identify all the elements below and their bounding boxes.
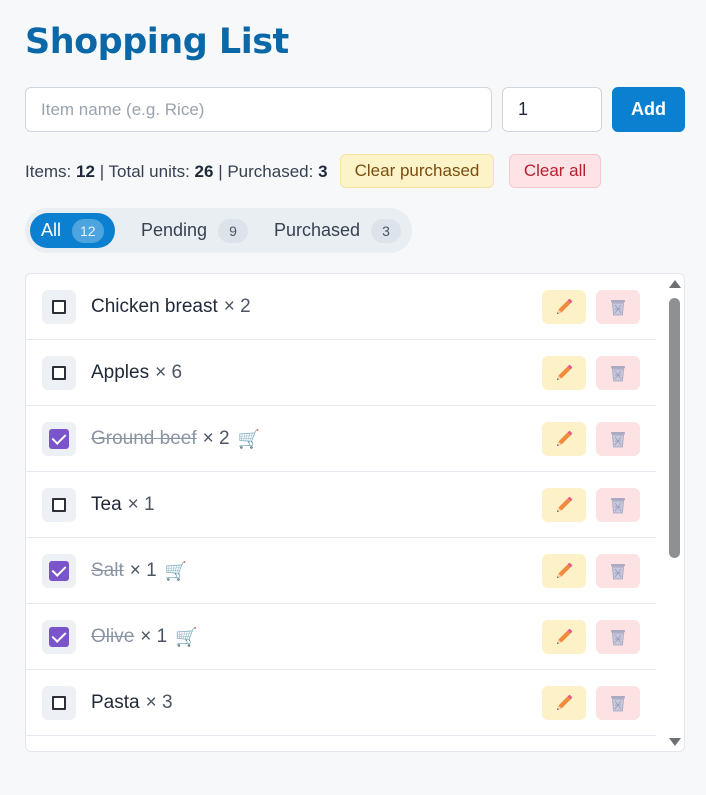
list-item: Ground beef × 2 🛒	[26, 406, 656, 472]
quantity-input[interactable]	[502, 87, 602, 132]
units-label: Total units:	[108, 162, 190, 181]
item-text: Chicken breast × 2	[91, 274, 251, 340]
edit-button[interactable]	[542, 686, 586, 720]
edit-button[interactable]	[542, 356, 586, 390]
tab-purchased[interactable]: Purchased 3	[263, 213, 412, 248]
page-title: Shopping List	[25, 22, 289, 62]
item-name: Apples	[91, 362, 150, 383]
tab-pending[interactable]: Pending 9	[130, 213, 259, 248]
edit-button[interactable]	[542, 488, 586, 522]
purchased-checkbox[interactable]	[42, 356, 76, 390]
item-quantity: × 2	[223, 296, 251, 317]
delete-button[interactable]	[596, 422, 640, 456]
list-item: Salt × 1 🛒	[26, 538, 656, 604]
list-item: Pasta × 3	[26, 670, 656, 736]
list-item-partial	[26, 736, 656, 751]
list-item: Tea × 1	[26, 472, 656, 538]
stats-separator: |	[99, 162, 105, 181]
item-quantity: × 1	[140, 626, 168, 647]
item-name: Salt	[91, 560, 124, 581]
item-quantity: × 6	[155, 362, 183, 383]
item-text: Ground beef × 2 🛒	[91, 406, 260, 472]
purchased-label: Purchased:	[227, 162, 314, 181]
clear-all-button[interactable]: Clear all	[509, 154, 601, 188]
delete-button[interactable]	[596, 554, 640, 588]
tab-count: 9	[218, 218, 249, 243]
stats-separator: |	[218, 162, 223, 181]
purchased-count: 3	[318, 162, 328, 181]
edit-button[interactable]	[542, 554, 586, 588]
item-name-input[interactable]	[25, 87, 492, 132]
tab-label: Pending	[141, 220, 208, 240]
item-name: Olive	[91, 626, 135, 647]
purchased-checkbox[interactable]	[42, 554, 76, 588]
checked-box-icon	[49, 627, 69, 647]
purchased-checkbox[interactable]	[42, 290, 76, 324]
items-label: Items:	[25, 162, 72, 181]
unchecked-box-icon	[52, 696, 66, 710]
purchased-checkbox[interactable]	[42, 686, 76, 720]
purchased-checkbox[interactable]	[42, 488, 76, 522]
purchased-checkbox[interactable]	[42, 422, 76, 456]
clear-purchased-button[interactable]: Clear purchased	[340, 154, 494, 188]
delete-button[interactable]	[596, 686, 640, 720]
item-text: Pasta × 3	[91, 670, 173, 736]
item-list: Chicken breast × 2 Apples × 6 Ground beef × 2…	[25, 273, 685, 752]
item-text: Olive × 1 🛒	[91, 604, 198, 670]
item-quantity: × 3	[145, 692, 173, 713]
item-name: Tea	[91, 494, 122, 515]
delete-button[interactable]	[596, 620, 640, 654]
stats-summary: Items: 12 | Total units: 26 | Purchased:…	[25, 162, 328, 182]
item-name: Chicken breast	[91, 296, 218, 317]
cart-icon: 🛒	[164, 560, 188, 581]
scrollbar-thumb[interactable]	[669, 298, 680, 558]
delete-button[interactable]	[596, 356, 640, 390]
edit-button[interactable]	[542, 290, 586, 324]
tab-count: 12	[72, 218, 104, 243]
purchased-checkbox[interactable]	[42, 620, 76, 654]
cart-icon: 🛒	[175, 626, 198, 647]
tab-all[interactable]: All 12	[30, 213, 115, 248]
checked-box-icon	[49, 429, 69, 449]
item-text: Salt × 1 🛒	[91, 538, 187, 604]
scroll-down-arrow[interactable]	[669, 738, 681, 746]
unchecked-box-icon	[52, 498, 66, 512]
item-quantity: × 1	[129, 560, 157, 581]
tab-label: Purchased	[274, 220, 361, 240]
item-name: Ground beef	[91, 428, 197, 449]
item-text: Tea × 1	[91, 472, 155, 538]
unchecked-box-icon	[52, 300, 66, 314]
edit-button[interactable]	[542, 422, 586, 456]
checked-box-icon	[49, 561, 69, 581]
edit-button[interactable]	[542, 620, 586, 654]
tab-count: 3	[371, 218, 402, 243]
item-name: Pasta	[91, 692, 140, 713]
units-count: 26	[194, 162, 214, 181]
item-text: Apples × 6	[91, 340, 182, 406]
list-item: Apples × 6	[26, 340, 656, 406]
cart-icon: 🛒	[237, 428, 261, 449]
tab-label: All	[41, 220, 62, 240]
filter-tabs: All 12 Pending 9 Purchased 3	[25, 208, 412, 253]
add-button[interactable]: Add	[612, 87, 685, 132]
item-quantity: × 1	[127, 494, 155, 515]
item-quantity: × 2	[202, 428, 230, 449]
delete-button[interactable]	[596, 290, 640, 324]
scroll-up-arrow[interactable]	[669, 280, 681, 288]
list-item: Olive × 1 🛒	[26, 604, 656, 670]
items-count: 12	[76, 162, 95, 181]
unchecked-box-icon	[52, 366, 66, 380]
delete-button[interactable]	[596, 488, 640, 522]
list-item: Chicken breast × 2	[26, 274, 656, 340]
